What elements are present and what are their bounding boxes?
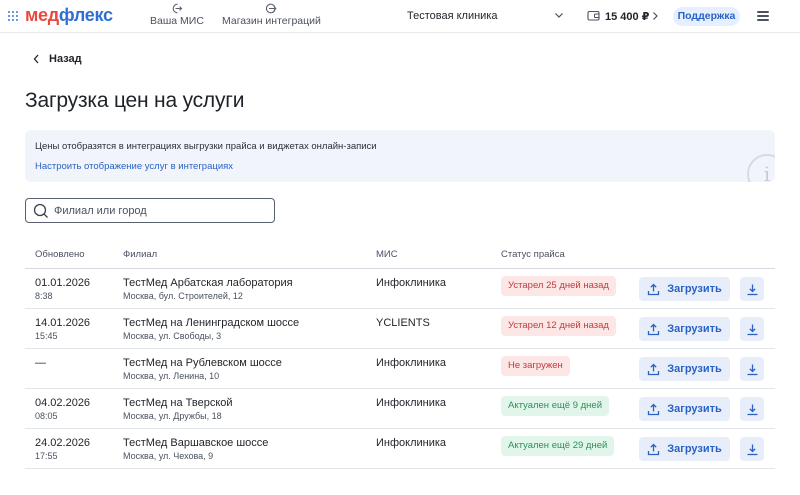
download-icon	[747, 324, 757, 335]
column-header-status: Статус прайса	[501, 249, 565, 260]
download-button[interactable]	[740, 317, 764, 341]
row-branch-name: ТестМед на Ленинградском шоссе	[123, 317, 300, 329]
row-updated-time: 8:38	[35, 291, 53, 301]
upload-button-label: Загрузить	[667, 363, 722, 375]
download-button[interactable]	[740, 437, 764, 461]
apps-grid-icon[interactable]	[8, 11, 18, 21]
search-field[interactable]	[25, 198, 275, 223]
row-branch-name: ТестМед на Тверской	[123, 397, 233, 409]
upload-button[interactable]: Загрузить	[639, 277, 730, 301]
row-updated-date: 24.02.2026	[35, 437, 91, 449]
table-row: — ТестМед на Рублевском шоссе Москва, ул. …	[25, 349, 775, 389]
table-row: 01.01.2026 8:38 ТестМед Арбатская лаборато…	[25, 269, 775, 309]
row-updated-date: 14.01.2026	[35, 317, 91, 329]
table-row: 04.02.2026 08:05 ТестМед на Тверской Москва…	[25, 389, 775, 429]
download-button[interactable]	[740, 357, 764, 381]
upload-button[interactable]: Загрузить	[639, 357, 730, 381]
status-badge: Устарел 25 дней назад	[501, 276, 616, 296]
upload-icon	[648, 283, 660, 295]
row-mis: Инфоклиника	[376, 437, 447, 449]
row-updated-time: 08:05	[35, 411, 58, 421]
logout-arrow-icon	[172, 3, 183, 14]
info-circle-icon: i	[747, 154, 775, 182]
upload-button[interactable]: Загрузить	[639, 437, 730, 461]
download-button[interactable]	[740, 277, 764, 301]
configure-integrations-link[interactable]: Настроить отображение услуг в интеграция…	[35, 161, 233, 172]
table-row: 24.02.2026 17:55 ТестМед Варшавское шоссе М…	[25, 429, 775, 469]
row-mis: Инфоклиника	[376, 277, 447, 289]
download-icon	[747, 444, 757, 455]
row-branch-name: ТестМед Арбатская лаборатория	[123, 277, 293, 289]
status-badge: Актуален ещё 9 дней	[501, 396, 610, 416]
download-icon	[747, 404, 757, 415]
download-icon	[747, 284, 757, 295]
row-branch-address: Москва, ул. Дружбы, 18	[123, 411, 222, 421]
upload-button[interactable]: Загрузить	[639, 397, 730, 421]
column-header-updated: Обновлено	[35, 249, 85, 260]
row-updated-date: —	[35, 357, 46, 369]
row-branch-address: Москва, ул. Ленина, 10	[123, 371, 220, 381]
nav-your-mis[interactable]: Ваша МИС	[150, 3, 204, 27]
top-bar: медфлекс Ваша МИС Магазин интеграций Тес…	[0, 0, 800, 33]
support-button[interactable]: Поддержка	[673, 7, 740, 26]
logo-part2: флекс	[58, 5, 113, 25]
info-banner: Цены отобразятся в интеграциях выгрузки …	[25, 130, 775, 182]
chevron-right-icon[interactable]	[651, 11, 659, 21]
upload-button-label: Загрузить	[667, 323, 722, 335]
table-row: 14.01.2026 15:45 ТестМед на Ленинградском …	[25, 309, 775, 349]
download-icon	[747, 364, 757, 375]
status-badge: Устарел 12 дней назад	[501, 316, 616, 336]
back-button[interactable]: Назад	[33, 53, 82, 65]
search-icon	[33, 203, 48, 218]
upload-icon	[648, 443, 660, 455]
logo-part1: мед	[25, 5, 59, 25]
row-updated-date: 04.02.2026	[35, 397, 91, 409]
row-branch-address: Москва, ул. Свободы, 3	[123, 331, 222, 341]
wallet-icon	[587, 10, 600, 21]
balance-amount[interactable]: 15 400 ₽	[605, 10, 649, 23]
hamburger-menu-icon[interactable]	[757, 11, 769, 21]
upload-button[interactable]: Загрузить	[639, 317, 730, 341]
row-branch-address: Москва, ул. Чехова, 9	[123, 451, 214, 461]
upload-button-label: Загрузить	[667, 403, 722, 415]
status-badge: Актуален ещё 29 дней	[501, 436, 615, 456]
nav-integrations-store-label: Магазин интеграций	[222, 15, 321, 27]
upload-icon	[648, 323, 660, 335]
column-header-mis: МИС	[376, 249, 398, 260]
row-updated-time: 17:55	[35, 451, 58, 461]
row-mis: YCLIENTS	[376, 317, 430, 329]
upload-icon	[648, 363, 660, 375]
clinic-selector[interactable]: Тестовая клиника	[407, 10, 498, 22]
table-header: Обновлено Филиал МИС Статус прайса	[25, 240, 775, 269]
arrow-circle-icon	[266, 3, 278, 14]
row-branch-name: ТестМед на Рублевском шоссе	[123, 357, 282, 369]
info-text: Цены отобразятся в интеграциях выгрузки …	[35, 141, 377, 152]
upload-icon	[648, 403, 660, 415]
upload-button-label: Загрузить	[667, 443, 722, 455]
logo[interactable]: медфлекс	[25, 5, 113, 26]
back-label: Назад	[49, 53, 82, 65]
page-title: Загрузка цен на услуги	[25, 89, 245, 112]
column-header-branch: Филиал	[123, 249, 158, 260]
row-mis: Инфоклиника	[376, 397, 447, 409]
prices-table: Обновлено Филиал МИС Статус прайса 01.01…	[25, 240, 775, 469]
chevron-down-icon[interactable]	[553, 9, 565, 21]
row-mis: Инфоклиника	[376, 357, 447, 369]
nav-integrations-store[interactable]: Магазин интеграций	[222, 3, 321, 27]
upload-button-label: Загрузить	[667, 283, 722, 295]
download-button[interactable]	[740, 397, 764, 421]
row-branch-address: Москва, бул. Строителей, 12	[123, 291, 243, 301]
row-updated-date: 01.01.2026	[35, 277, 91, 289]
chevron-left-icon	[33, 54, 39, 64]
nav-your-mis-label: Ваша МИС	[150, 15, 204, 27]
search-input[interactable]	[54, 202, 264, 219]
status-badge: Не загружен	[501, 356, 570, 376]
row-branch-name: ТестМед Варшавское шоссе	[123, 437, 269, 449]
row-updated-time: 15:45	[35, 331, 58, 341]
